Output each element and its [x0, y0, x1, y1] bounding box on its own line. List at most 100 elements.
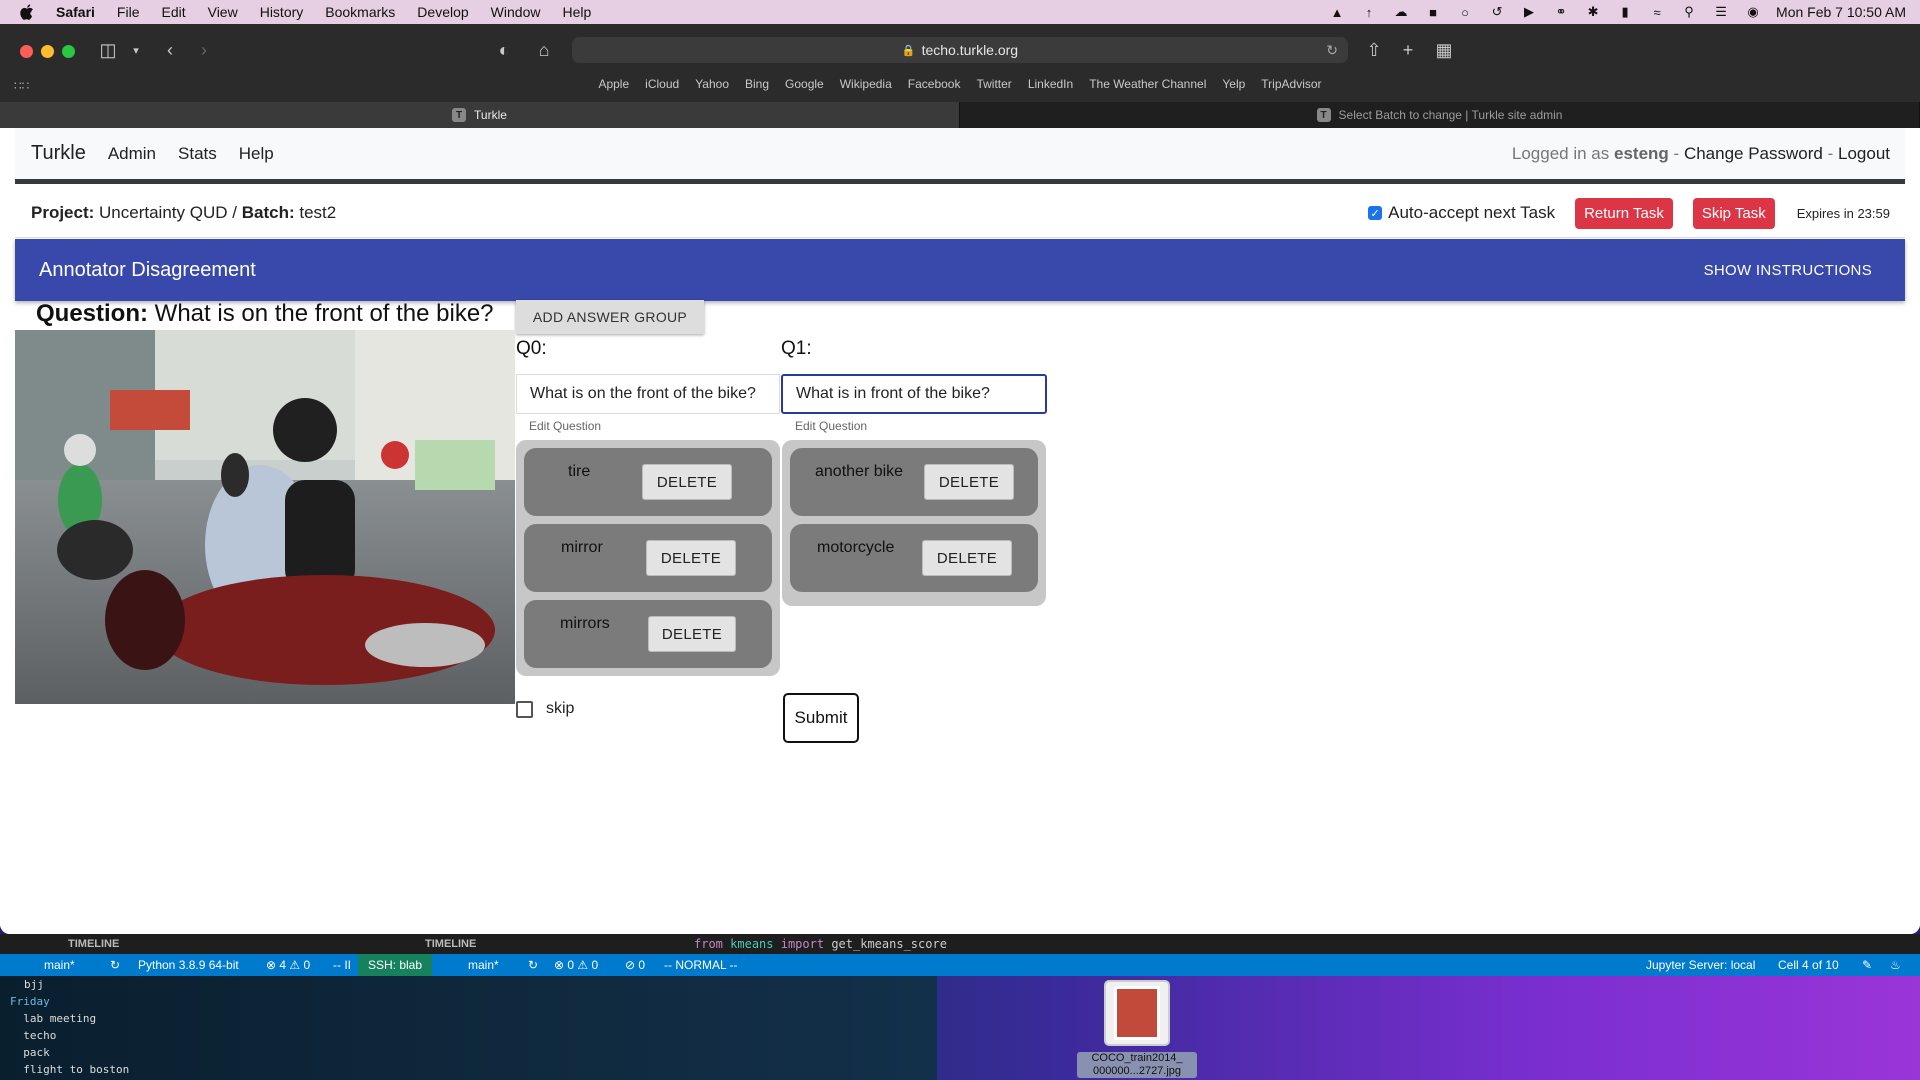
skip-task-button[interactable]: Skip Task — [1692, 197, 1775, 229]
back-icon[interactable]: ‹ — [158, 38, 182, 62]
delete-answer-button[interactable]: DELETE — [922, 540, 1012, 576]
zoom-window-button[interactable] — [62, 45, 75, 58]
battery-icon[interactable]: ▮ — [1616, 4, 1634, 19]
tab-overview-icon[interactable]: ▦ — [1432, 38, 1456, 62]
answer-card[interactable]: motorcycle DELETE — [790, 524, 1038, 592]
menu-develop[interactable]: Develop — [417, 4, 468, 20]
favorite-facebook[interactable]: Facebook — [908, 77, 961, 91]
delete-answer-button[interactable]: DELETE — [642, 464, 732, 500]
chevron-down-icon[interactable]: ▾ — [124, 38, 148, 62]
share-icon[interactable]: ⇧ — [1362, 38, 1386, 62]
submit-button[interactable]: Submit — [783, 693, 859, 743]
favorite-twitter[interactable]: Twitter — [976, 77, 1011, 91]
control-center-icon[interactable]: ☰ — [1712, 4, 1730, 19]
menubar-clock[interactable]: Mon Feb 7 10:50 AM — [1776, 4, 1906, 20]
tab-select-batch[interactable]: T Select Batch to change | Turkle site a… — [960, 102, 1920, 128]
minimize-window-button[interactable] — [41, 45, 54, 58]
feedback-icon[interactable]: ✎ — [1862, 958, 1872, 972]
nav-admin[interactable]: Admin — [108, 144, 156, 164]
favorite-tripadvisor[interactable]: TripAdvisor — [1261, 77, 1321, 91]
problems-status[interactable]: ⊗ 4 ⚠ 0 — [266, 958, 310, 972]
group-q0-question-input[interactable]: What is on the front of the bike? — [516, 374, 780, 414]
headphones-icon[interactable]: ⚭ — [1552, 4, 1570, 19]
status-pin-icon[interactable]: ↑ — [1360, 5, 1378, 20]
edit-question-link[interactable]: Edit Question — [795, 419, 867, 433]
status-circle-icon[interactable]: ○ — [1456, 5, 1474, 20]
jupyter-server-status[interactable]: Jupyter Server: local — [1646, 958, 1755, 972]
reload-icon[interactable]: ↻ — [1326, 42, 1338, 59]
favorite-linkedin[interactable]: LinkedIn — [1028, 77, 1073, 91]
cell-position[interactable]: Cell 4 of 10 — [1778, 958, 1839, 972]
delete-answer-button[interactable]: DELETE — [648, 616, 736, 652]
problems-status[interactable]: ⊗ 0 ⚠ 0 — [554, 958, 598, 972]
menu-safari[interactable]: Safari — [56, 4, 95, 20]
notifications-bell-icon[interactable]: ♨ — [1890, 958, 1901, 972]
logout-link[interactable]: Logout — [1838, 144, 1890, 163]
skip-option[interactable]: skip — [516, 700, 574, 718]
close-window-button[interactable] — [20, 45, 33, 58]
edit-question-link[interactable]: Edit Question — [529, 419, 601, 433]
new-tab-icon[interactable]: + — [1396, 38, 1420, 62]
sync-icon[interactable]: ↻ — [110, 958, 120, 972]
timeline-label[interactable]: TIMELINE — [68, 938, 119, 950]
delete-answer-button[interactable]: DELETE — [924, 464, 1014, 500]
brand-link[interactable]: Turkle — [31, 142, 86, 165]
nav-stats[interactable]: Stats — [178, 144, 217, 164]
delete-answer-button[interactable]: DELETE — [646, 540, 736, 576]
home-icon[interactable]: ⌂ — [532, 38, 556, 62]
status-app-icon[interactable]: ▲ — [1328, 5, 1346, 20]
favorite-google[interactable]: Google — [785, 77, 824, 91]
sync-icon[interactable]: ↻ — [528, 958, 538, 972]
privacy-shield-icon[interactable]: ◐ — [492, 38, 516, 62]
group-q1-question-input[interactable]: What is in front of the bike? — [781, 374, 1047, 414]
forward-icon[interactable]: › — [192, 38, 216, 62]
change-password-link[interactable]: Change Password — [1684, 144, 1823, 163]
apple-menu-icon[interactable] — [16, 1, 38, 23]
status-cloud-icon[interactable]: ☁ — [1392, 4, 1410, 19]
git-branch-status[interactable]: main* — [468, 958, 499, 972]
return-task-button[interactable]: Return Task — [1575, 197, 1673, 229]
python-interpreter[interactable]: Python 3.8.9 64-bit — [138, 958, 239, 972]
wifi-icon[interactable]: ≈ — [1648, 5, 1666, 20]
status-extension-icon[interactable]: ■ — [1424, 5, 1442, 20]
sidebar-toggle-icon[interactable]: ◫ — [96, 38, 120, 62]
desktop-file-name[interactable]: COCO_train2014_ 000000...2727.jpg — [1077, 1052, 1197, 1078]
menu-history[interactable]: History — [260, 4, 304, 20]
time-machine-icon[interactable]: ↺ — [1488, 4, 1506, 19]
play-icon[interactable]: ▶ — [1520, 4, 1538, 19]
address-bar[interactable]: 🔒 techo.turkle.org ↻ — [572, 37, 1348, 63]
answer-card[interactable]: mirrors DELETE — [524, 600, 772, 668]
auto-accept-checkbox[interactable]: ✓ — [1368, 206, 1383, 220]
desktop-file-icon[interactable] — [1104, 980, 1170, 1046]
nav-help[interactable]: Help — [239, 144, 274, 164]
spotlight-search-icon[interactable]: ⚲ — [1680, 4, 1698, 19]
skip-checkbox[interactable] — [516, 700, 533, 718]
favorite-yelp[interactable]: Yelp — [1222, 77, 1245, 91]
show-instructions-button[interactable]: SHOW INSTRUCTIONS — [1704, 262, 1872, 279]
answer-card[interactable]: another bike DELETE — [790, 448, 1038, 516]
menu-bookmarks[interactable]: Bookmarks — [325, 4, 395, 20]
git-branch-status[interactable]: main* — [44, 958, 75, 972]
menu-help[interactable]: Help — [562, 4, 591, 20]
timeline-label[interactable]: TIMELINE — [425, 938, 476, 950]
menu-view[interactable]: View — [208, 4, 238, 20]
favorite-wikipedia[interactable]: Wikipedia — [840, 77, 892, 91]
favorite-apple[interactable]: Apple — [598, 77, 629, 91]
favorite-bing[interactable]: Bing — [745, 77, 769, 91]
siri-icon[interactable]: ◉ — [1744, 4, 1762, 19]
code-keyword: import — [780, 937, 825, 951]
question-text: What is on the front of the bike? — [154, 300, 494, 327]
ports-status[interactable]: ⊘ 0 — [625, 958, 645, 972]
remote-ssh-status[interactable]: SSH: blab — [358, 954, 433, 976]
menu-window[interactable]: Window — [491, 4, 541, 20]
favorite-yahoo[interactable]: Yahoo — [695, 77, 729, 91]
favorite-icloud[interactable]: iCloud — [645, 77, 679, 91]
favorite-weather-channel[interactable]: The Weather Channel — [1089, 77, 1206, 91]
menu-edit[interactable]: Edit — [161, 4, 185, 20]
menu-file[interactable]: File — [117, 4, 140, 20]
answer-card[interactable]: mirror DELETE — [524, 524, 772, 592]
bluetooth-icon[interactable]: ✱ — [1584, 4, 1602, 19]
answer-card[interactable]: tire DELETE — [524, 448, 772, 516]
tab-turkle[interactable]: T Turkle — [0, 102, 960, 128]
add-answer-group-button[interactable]: ADD ANSWER GROUP — [516, 300, 704, 334]
